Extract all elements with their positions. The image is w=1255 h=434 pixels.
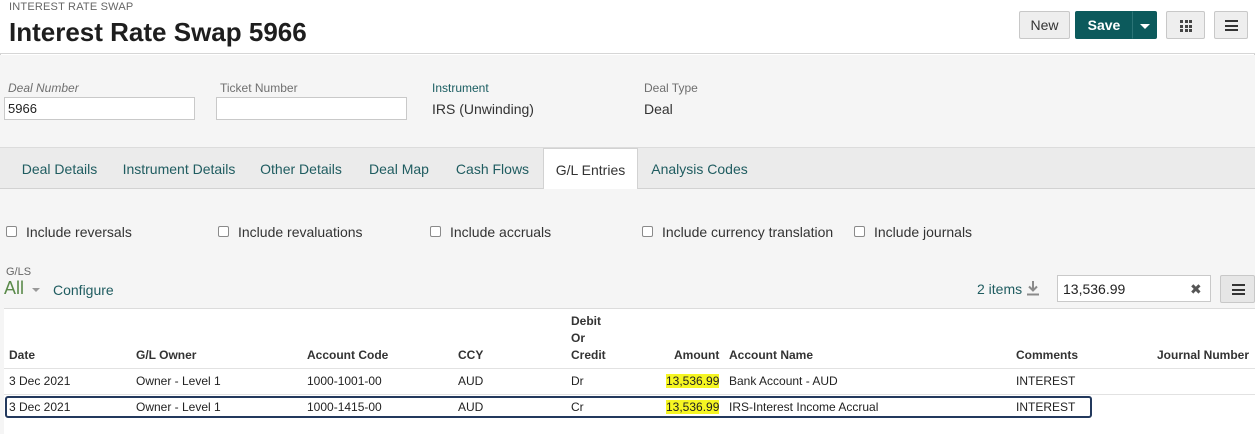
deal-number-label: Deal Number (8, 81, 79, 95)
chevron-down-icon (1140, 24, 1150, 29)
page-menu-button[interactable] (1214, 11, 1248, 39)
cell-ccy: AUD (458, 400, 484, 414)
deal-type-value: Deal (644, 101, 673, 117)
grid-view-button[interactable] (1166, 11, 1205, 39)
col-header-line: Credit (571, 348, 606, 362)
tab-analysis-codes[interactable]: Analysis Codes (642, 148, 757, 189)
checkbox-box[interactable] (6, 226, 17, 237)
hamburger-icon (1232, 284, 1245, 295)
tab-deal-map[interactable]: Deal Map (357, 148, 441, 189)
hamburger-icon (1225, 20, 1238, 31)
deal-number-field[interactable] (4, 97, 195, 120)
cell-debit-credit: Cr (571, 400, 584, 414)
new-button[interactable]: New (1019, 11, 1070, 39)
tab-deal-details[interactable]: Deal Details (10, 148, 109, 189)
ticket-number-field[interactable] (216, 97, 407, 120)
col-header-line: Or (571, 331, 586, 345)
checkbox-label: Include accruals (450, 224, 552, 240)
cell-comments: INTEREST (1016, 400, 1076, 414)
page-header: INTEREST RATE SWAP Interest Rate Swap 59… (0, 0, 1255, 54)
cell-account-name: IRS-Interest Income Accrual (729, 400, 879, 414)
page-subtitle: INTEREST RATE SWAP (9, 1, 134, 13)
clear-search-icon[interactable]: ✖ (1190, 281, 1202, 298)
cell-gl-owner: Owner - Level 1 (136, 374, 221, 388)
tab-bar: Deal Details Instrument Details Other De… (0, 148, 1255, 190)
checkbox-box[interactable] (854, 226, 865, 237)
tab-gl-entries[interactable]: G/L Entries (543, 148, 638, 190)
download-icon[interactable] (1026, 280, 1040, 296)
configure-link[interactable]: Configure (53, 282, 114, 298)
search-input[interactable] (1057, 275, 1211, 302)
deal-type-label: Deal Type (644, 81, 698, 95)
checkbox-label: Include revaluations (238, 224, 363, 240)
cell-amount: 13,536.99 (666, 400, 720, 414)
checkbox-box[interactable] (642, 226, 653, 237)
cell-date: 3 Dec 2021 (9, 400, 71, 414)
tab-other-details[interactable]: Other Details (250, 148, 352, 189)
list-menu-button[interactable] (1220, 275, 1255, 303)
gl-entries-panel: Include reversals Include revaluations I… (0, 189, 1255, 434)
table-row[interactable]: 3 Dec 2021 Owner - Level 1 1000-1001-00 … (4, 368, 1255, 394)
cell-amount: 13,536.99 (666, 374, 720, 388)
page-title: Interest Rate Swap 5966 (9, 17, 307, 47)
col-comments[interactable]: Comments (1016, 347, 1078, 364)
chevron-down-icon[interactable] (32, 288, 40, 292)
gl-table: Date G/L Owner Account Code CCY Debit Or… (4, 308, 1255, 434)
col-debit-or-credit[interactable]: Debit Or Credit (571, 313, 606, 364)
deal-fields: Deal Number Ticket Number Instrument IRS… (0, 55, 1255, 148)
checkbox-label: Include currency translation (662, 224, 834, 240)
col-journal-number[interactable]: Journal Number (1157, 347, 1249, 364)
view-selector[interactable]: All (4, 278, 24, 299)
ticket-number-label: Ticket Number (220, 81, 298, 95)
checkbox-box[interactable] (430, 226, 441, 237)
list-section-label: G/LS (6, 266, 32, 278)
cell-debit-credit: Dr (571, 374, 584, 388)
grid-icon (1180, 20, 1192, 32)
cell-account-name: Bank Account - AUD (729, 374, 838, 388)
save-button[interactable]: Save (1075, 11, 1133, 39)
col-date[interactable]: Date (9, 347, 35, 364)
cell-date: 3 Dec 2021 (9, 374, 71, 388)
col-ccy[interactable]: CCY (458, 347, 483, 364)
tab-instrument-details[interactable]: Instrument Details (113, 148, 245, 189)
col-account-name[interactable]: Account Name (729, 347, 813, 364)
tab-cash-flows[interactable]: Cash Flows (446, 148, 539, 189)
instrument-label: Instrument (432, 81, 489, 95)
checkbox-label: Include reversals (26, 224, 132, 240)
cell-account-code: 1000-1415-00 (307, 400, 382, 414)
col-gl-owner[interactable]: G/L Owner (136, 347, 196, 364)
instrument-value: IRS (Unwinding) (432, 101, 534, 117)
save-options-button[interactable] (1132, 11, 1157, 39)
checkbox-box[interactable] (218, 226, 229, 237)
col-account-code[interactable]: Account Code (307, 347, 388, 364)
item-count: 2 items (977, 281, 1023, 297)
cell-account-code: 1000-1001-00 (307, 374, 382, 388)
table-row-selected[interactable]: 3 Dec 2021 Owner - Level 1 1000-1415-00 … (4, 394, 1255, 420)
cell-comments: INTEREST (1016, 374, 1076, 388)
cell-ccy: AUD (458, 374, 484, 388)
checkbox-label: Include journals (874, 224, 973, 240)
col-amount[interactable]: Amount (674, 347, 719, 364)
col-header-line: Debit (571, 314, 601, 328)
cell-gl-owner: Owner - Level 1 (136, 400, 221, 414)
